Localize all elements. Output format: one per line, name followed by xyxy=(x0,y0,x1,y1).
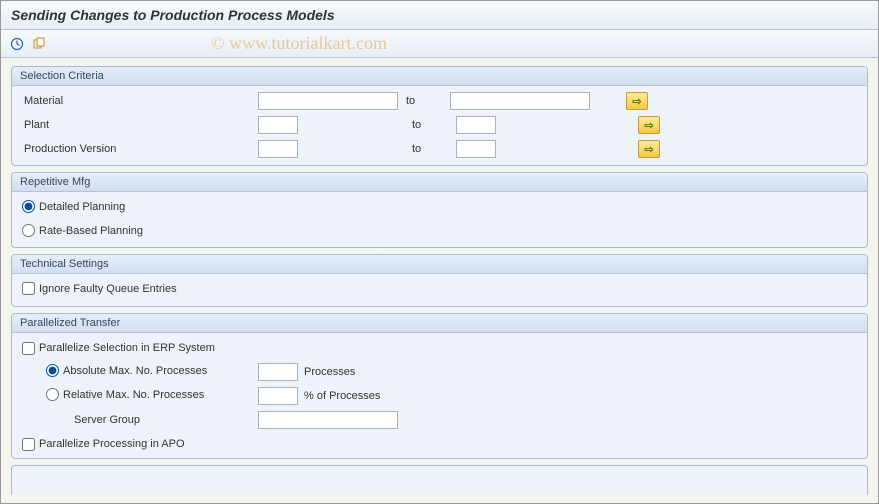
col-abs-max: Absolute Max. No. Processes xyxy=(22,364,252,380)
label-processes-suffix: Processes xyxy=(304,366,355,378)
row-server-group: Server Group xyxy=(22,409,857,431)
to-label-plant: to xyxy=(410,119,450,131)
label-material: Material xyxy=(22,95,252,107)
radio-rate-planning[interactable]: Rate-Based Planning xyxy=(22,224,143,237)
check-parallelize-apo[interactable]: Parallelize Processing in APO xyxy=(22,438,185,451)
prodver-from-input[interactable] xyxy=(258,140,298,158)
label-server-group: Server Group xyxy=(22,414,252,426)
radio-abs-max[interactable]: Absolute Max. No. Processes xyxy=(46,364,207,377)
abs-max-input[interactable] xyxy=(258,363,298,381)
to-label-material: to xyxy=(404,95,444,107)
material-from-input[interactable] xyxy=(258,92,398,110)
app-window: Sending Changes to Production Process Mo… xyxy=(0,0,879,504)
rel-max-input[interactable] xyxy=(258,387,298,405)
material-to-input[interactable] xyxy=(450,92,590,110)
variant-icon xyxy=(32,37,46,51)
radio-rate-input[interactable] xyxy=(22,224,35,237)
group-title-technical: Technical Settings xyxy=(12,255,867,274)
row-rel-max: Relative Max. No. Processes % of Process… xyxy=(22,385,857,407)
page-title: Sending Changes to Production Process Mo… xyxy=(1,1,878,30)
watermark-text: © www.tutorialkart.com xyxy=(211,33,387,54)
label-abs-max: Absolute Max. No. Processes xyxy=(63,365,207,377)
plant-multiselect-button[interactable]: ⇨ xyxy=(638,116,660,134)
label-prodver: Production Version xyxy=(22,143,252,155)
label-pct-suffix: % of Processes xyxy=(304,390,380,402)
radio-abs-max-input[interactable] xyxy=(46,364,59,377)
label-plant: Plant xyxy=(22,119,252,131)
arrow-right-icon: ⇨ xyxy=(644,143,653,156)
get-variant-button[interactable] xyxy=(29,34,49,54)
radio-detailed-input[interactable] xyxy=(22,200,35,213)
label-parallelize-erp: Parallelize Selection in ERP System xyxy=(39,342,215,354)
row-parallelize-apo: Parallelize Processing in APO xyxy=(22,433,857,455)
check-parallelize-erp[interactable]: Parallelize Selection in ERP System xyxy=(22,342,215,355)
server-group-input[interactable] xyxy=(258,411,398,429)
check-ignore-faulty[interactable]: Ignore Faulty Queue Entries xyxy=(22,282,177,295)
row-ignore-faulty: Ignore Faulty Queue Entries xyxy=(22,278,857,300)
toolbar: © www.tutorialkart.com xyxy=(1,30,878,58)
row-plant: Plant to ⇨ xyxy=(22,114,857,136)
radio-detailed-planning[interactable]: Detailed Planning xyxy=(22,200,125,213)
label-rate-planning: Rate-Based Planning xyxy=(39,225,143,237)
row-detailed-planning: Detailed Planning xyxy=(22,196,857,218)
label-parallelize-apo: Parallelize Processing in APO xyxy=(39,438,185,450)
radio-rel-max-input[interactable] xyxy=(46,388,59,401)
clock-execute-icon xyxy=(10,37,24,51)
to-label-prodver: to xyxy=(410,143,450,155)
label-rel-max: Relative Max. No. Processes xyxy=(63,389,204,401)
prodver-multiselect-button[interactable]: ⇨ xyxy=(638,140,660,158)
check-ignore-faulty-input[interactable] xyxy=(22,282,35,295)
col-rel-max: Relative Max. No. Processes xyxy=(22,388,252,404)
group-title-repetitive: Repetitive Mfg xyxy=(12,173,867,192)
row-prodver: Production Version to ⇨ xyxy=(22,138,857,160)
label-ignore-faulty: Ignore Faulty Queue Entries xyxy=(39,283,177,295)
label-detailed-planning: Detailed Planning xyxy=(39,201,125,213)
group-title-parallel: Parallelized Transfer xyxy=(12,314,867,333)
prodver-to-input[interactable] xyxy=(456,140,496,158)
plant-to-input[interactable] xyxy=(456,116,496,134)
arrow-right-icon: ⇨ xyxy=(644,119,653,132)
group-empty xyxy=(11,465,868,495)
row-parallelize-erp: Parallelize Selection in ERP System xyxy=(22,337,857,359)
radio-rel-max[interactable]: Relative Max. No. Processes xyxy=(46,388,204,401)
group-title-selection: Selection Criteria xyxy=(12,67,867,86)
content-area: Selection Criteria Material to ⇨ Plant t… xyxy=(1,58,878,503)
group-repetitive-mfg: Repetitive Mfg Detailed Planning Rate-Ba… xyxy=(11,172,868,248)
plant-from-input[interactable] xyxy=(258,116,298,134)
execute-button[interactable] xyxy=(7,34,27,54)
row-rate-planning: Rate-Based Planning xyxy=(22,220,857,242)
row-abs-max: Absolute Max. No. Processes Processes xyxy=(22,361,857,383)
material-multiselect-button[interactable]: ⇨ xyxy=(626,92,648,110)
check-parallelize-erp-input[interactable] xyxy=(22,342,35,355)
arrow-right-icon: ⇨ xyxy=(632,95,641,108)
group-selection-criteria: Selection Criteria Material to ⇨ Plant t… xyxy=(11,66,868,166)
check-parallelize-apo-input[interactable] xyxy=(22,438,35,451)
group-technical-settings: Technical Settings Ignore Faulty Queue E… xyxy=(11,254,868,307)
row-material: Material to ⇨ xyxy=(22,90,857,112)
group-parallelized-transfer: Parallelized Transfer Parallelize Select… xyxy=(11,313,868,459)
